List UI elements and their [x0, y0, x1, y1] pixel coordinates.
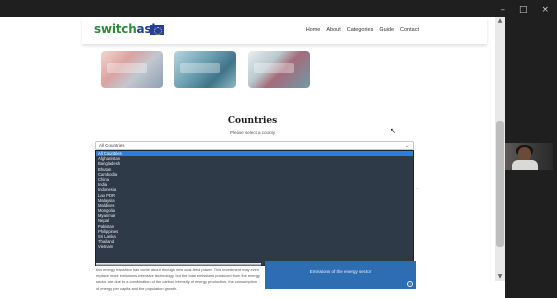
energy-paragraph: this energy transition has come about th…: [96, 267, 260, 291]
thumbnail-overlay: [254, 63, 294, 73]
chevron-down-icon: ⌄: [404, 143, 409, 149]
country-dropdown-list: All Countries Afghanistan Bangladesh Bhutan…: [95, 150, 414, 266]
site-header: switchasia Home About Categories Guide C…: [82, 17, 487, 44]
mouse-cursor-icon: ↖: [390, 127, 396, 135]
category-thumbnail-2[interactable]: [174, 51, 236, 88]
countries-heading: Countries: [227, 116, 278, 126]
window-controls: – □ ×: [500, 6, 549, 15]
nav-categories[interactable]: Categories: [347, 27, 374, 33]
country-select[interactable]: All Countries ⌄: [95, 141, 414, 150]
main-nav: Home About Categories Guide Contact: [306, 27, 419, 33]
participant-video-tile[interactable]: [505, 143, 553, 170]
arrow-right-icon: ›: [407, 281, 413, 287]
thumbnail-overlay: [180, 63, 220, 73]
side-text-fragment: ...: [416, 185, 420, 190]
participant-body: [512, 160, 538, 170]
category-thumbnail-3[interactable]: [248, 51, 310, 88]
minimize-button[interactable]: –: [500, 6, 505, 15]
countries-subtitle: Please select a county: [229, 130, 276, 135]
nav-guide[interactable]: Guide: [379, 27, 394, 33]
scroll-down-arrow-icon[interactable]: ▼: [495, 273, 505, 281]
maximize-button[interactable]: □: [519, 6, 528, 15]
close-button[interactable]: ×: [541, 6, 549, 15]
country-select-value: All Countries: [99, 143, 125, 148]
thumbnail-overlay: [107, 63, 147, 73]
scroll-up-arrow-icon[interactable]: ▲: [495, 17, 505, 25]
country-option[interactable]: Vietnam: [96, 244, 413, 249]
energy-emissions-card[interactable]: Emissions of the energy sector ›: [265, 261, 416, 289]
category-thumbnail-1[interactable]: [101, 51, 163, 88]
card-label: Emissions of the energy sector: [309, 269, 372, 274]
nav-home[interactable]: Home: [306, 27, 321, 33]
scroll-thumb[interactable]: [496, 121, 504, 247]
browser-viewport: switchasia Home About Categories Guide C…: [0, 17, 505, 298]
eu-flag-icon: [150, 25, 164, 35]
page-scrollbar[interactable]: ▲ ▼: [495, 17, 505, 281]
nav-about[interactable]: About: [326, 27, 340, 33]
nav-contact[interactable]: Contact: [400, 27, 419, 33]
logo-text-switch: switch: [94, 22, 137, 36]
